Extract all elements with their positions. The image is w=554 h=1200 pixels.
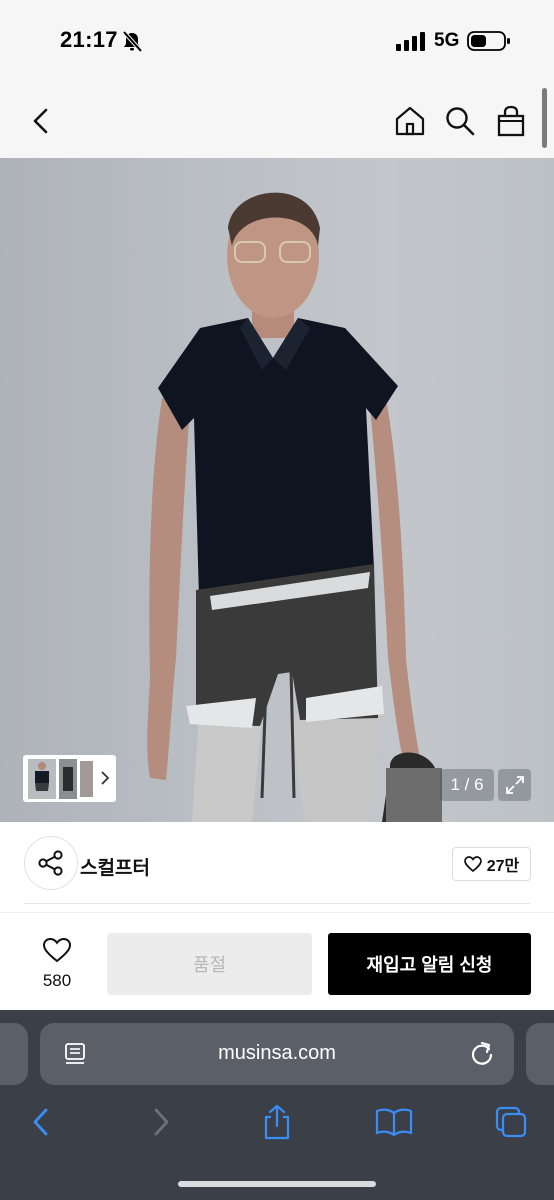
wishlist-count: 580 <box>42 971 72 990</box>
browser-bookmarks-button[interactable] <box>372 1100 416 1144</box>
brand-like-button[interactable]: 27만 <box>452 847 531 881</box>
brand-like-count: 27만 <box>486 858 520 875</box>
back-icon <box>33 108 48 134</box>
search-icon <box>446 107 475 136</box>
search-button[interactable] <box>439 100 481 142</box>
brand-name[interactable]: 스컬프터 <box>80 853 150 880</box>
signal-icon <box>396 32 425 51</box>
back-button[interactable] <box>20 100 62 142</box>
soldout-button: 품절 <box>107 933 312 995</box>
mute-icon <box>122 30 143 52</box>
scroll-indicator <box>542 88 547 148</box>
share-button[interactable] <box>24 836 78 890</box>
browser-share-button[interactable] <box>255 1100 299 1144</box>
cart-button[interactable] <box>490 100 532 142</box>
bag-icon <box>497 105 525 137</box>
fullscreen-button[interactable] <box>498 769 531 801</box>
next-tab-peek[interactable] <box>526 1023 554 1085</box>
heart-icon <box>463 856 482 872</box>
thumbnail-strip[interactable] <box>23 755 116 802</box>
browser-chrome: musinsa.com <box>0 1010 554 1200</box>
back-icon <box>33 1108 48 1136</box>
divider <box>24 903 530 904</box>
bookmarks-icon <box>375 1108 413 1137</box>
status-time: 21:17 <box>60 27 118 52</box>
reload-icon[interactable] <box>468 1040 496 1068</box>
share-nodes-icon <box>38 850 63 876</box>
product-image[interactable] <box>0 158 554 822</box>
home-indicator <box>178 1181 376 1187</box>
browser-tabs-button[interactable] <box>489 1100 533 1144</box>
browser-forward-button[interactable] <box>139 1100 183 1144</box>
forward-icon <box>154 1108 169 1136</box>
app-nav-bar <box>0 84 554 158</box>
restock-alert-button[interactable]: 재입고 알림 신청 <box>328 933 531 995</box>
model-photo <box>147 192 442 822</box>
expand-icon <box>505 776 524 794</box>
home-icon <box>395 106 425 136</box>
chevron-right-icon <box>101 771 110 785</box>
brand-row: 스컬프터 27만 <box>0 822 554 912</box>
wishlist-button[interactable]: 580 <box>30 935 84 993</box>
image-page-counter: 1 / 6 <box>440 769 494 801</box>
purchase-action-bar: 580 품절 재입고 알림 신청 <box>0 912 554 1010</box>
previous-tab-peek[interactable] <box>0 1023 28 1085</box>
heart-icon <box>42 937 72 963</box>
status-bar: 21:17 5G <box>0 0 554 84</box>
url-text: musinsa.com <box>218 1042 336 1064</box>
share-icon <box>264 1104 290 1140</box>
home-button[interactable] <box>389 100 431 142</box>
browser-back-button[interactable] <box>19 1100 63 1144</box>
network-label: 5G <box>434 30 460 51</box>
tabs-icon <box>495 1106 527 1138</box>
battery-icon <box>467 31 510 51</box>
address-bar[interactable]: musinsa.com <box>40 1023 514 1085</box>
